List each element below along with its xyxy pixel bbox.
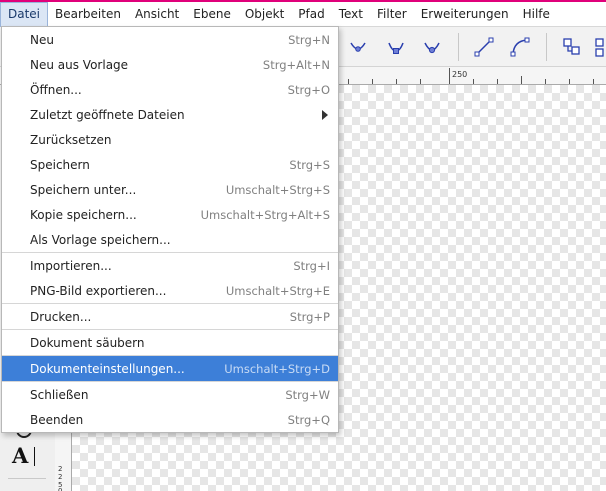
menu-item-shortcut: Umschalt+Strg+Alt+S xyxy=(200,207,330,222)
menu-item-shortcut: Umschalt+Strg+S xyxy=(225,182,330,197)
menu-ebene[interactable]: Ebene xyxy=(186,2,238,27)
datei-dropdown-menu: Neu Strg+N Neu aus Vorlage Strg+Alt+N Öf… xyxy=(1,26,339,433)
menu-item-shortcut: Strg+I xyxy=(293,258,330,273)
ruler-tick xyxy=(420,79,421,84)
menu-item-label: PNG-Bild exportieren... xyxy=(30,283,167,298)
menubar: Datei Bearbeiten Ansicht Ebene Objekt Pf… xyxy=(0,1,606,27)
node-smooth-icon[interactable] xyxy=(420,35,444,59)
menu-item-zuruecksetzen[interactable]: Zurücksetzen xyxy=(2,127,338,152)
ruler-label: 0 xyxy=(58,487,63,491)
menu-item-neu-aus-vorlage[interactable]: Neu aus Vorlage Strg+Alt+N xyxy=(2,52,338,77)
menu-ansicht[interactable]: Ansicht xyxy=(128,2,186,27)
ruler-label: 250 xyxy=(452,70,468,79)
ruler-label: 2 xyxy=(58,473,63,481)
toolbox-separator xyxy=(8,478,46,479)
menu-item-label: Neu xyxy=(30,32,54,47)
ruler-label: 2 xyxy=(58,465,63,473)
menu-datei[interactable]: Datei xyxy=(0,1,49,27)
segment-line-icon[interactable] xyxy=(472,35,496,59)
ruler-tick xyxy=(372,79,373,84)
menu-text[interactable]: Text xyxy=(332,2,370,27)
menu-item-png-exportieren[interactable]: PNG-Bild exportieren... Umschalt+Strg+E xyxy=(2,278,338,303)
menu-item-label: Öffnen... xyxy=(30,82,82,97)
menu-objekt[interactable]: Objekt xyxy=(238,2,291,27)
menu-item-label: Neu aus Vorlage xyxy=(30,57,129,72)
menu-item-label: Kopie speichern... xyxy=(30,207,137,222)
menu-item-shortcut: Strg+Q xyxy=(287,412,330,427)
menu-item-neu[interactable]: Neu Strg+N xyxy=(2,27,338,52)
menu-erweiterungen[interactable]: Erweiterungen xyxy=(414,2,516,27)
menu-item-shortcut: Strg+O xyxy=(287,82,330,97)
menu-item-importieren[interactable]: Importieren... Strg+I xyxy=(2,253,338,278)
menu-item-label: Importieren... xyxy=(30,258,112,273)
menu-item-label: Beenden xyxy=(30,412,84,427)
menu-filter[interactable]: Filter xyxy=(370,2,414,27)
menu-item-label: Zuletzt geöffnete Dateien xyxy=(30,107,185,122)
toolbar-separator xyxy=(458,33,459,61)
menu-item-speichern-unter[interactable]: Speichern unter... Umschalt+Strg+S xyxy=(2,177,338,202)
menu-item-shortcut: Umschalt+Strg+E xyxy=(225,283,330,298)
text-tool-icon[interactable]: A xyxy=(12,444,36,468)
menu-item-shortcut: Umschalt+Strg+D xyxy=(224,361,330,376)
menu-bearbeiten[interactable]: Bearbeiten xyxy=(48,2,128,27)
toolbar-separator xyxy=(546,33,547,61)
ruler-tick-major xyxy=(449,68,450,84)
menu-item-shortcut: Strg+S xyxy=(289,157,330,172)
menu-item-shortcut: Strg+Alt+N xyxy=(262,57,330,72)
menu-item-label: Speichern xyxy=(30,157,90,172)
menu-item-schliessen[interactable]: Schließen Strg+W xyxy=(2,382,338,407)
object-to-path-icon[interactable] xyxy=(560,35,584,59)
menu-item-label: Drucken... xyxy=(30,309,92,324)
ruler-tick xyxy=(521,76,522,84)
stroke-to-path-icon[interactable] xyxy=(594,35,606,59)
menu-item-zuletzt-geoeffnet[interactable]: Zuletzt geöffnete Dateien xyxy=(2,102,338,127)
menu-item-beenden[interactable]: Beenden Strg+Q xyxy=(2,407,338,432)
text-cursor-icon xyxy=(34,447,35,466)
segment-curve-icon[interactable] xyxy=(508,35,532,59)
menu-item-label: Schließen xyxy=(30,387,89,402)
menu-pfad[interactable]: Pfad xyxy=(291,2,331,27)
menu-item-kopie-speichern[interactable]: Kopie speichern... Umschalt+Strg+Alt+S xyxy=(2,202,338,227)
menu-item-drucken[interactable]: Drucken... Strg+P xyxy=(2,304,338,329)
submenu-arrow-icon xyxy=(322,109,328,120)
node-cusp-icon[interactable] xyxy=(384,35,408,59)
ruler-tick xyxy=(545,79,546,84)
menu-item-label: Zurücksetzen xyxy=(30,132,112,147)
ruler-tick xyxy=(396,79,397,84)
menu-item-label: Dokumenteinstellungen... xyxy=(30,361,185,376)
menu-hilfe[interactable]: Hilfe xyxy=(516,2,557,27)
menu-item-dokument-saeubern[interactable]: Dokument säubern xyxy=(2,330,338,355)
menu-item-shortcut: Strg+W xyxy=(285,387,330,402)
menu-item-als-vorlage-speichern[interactable]: Als Vorlage speichern... xyxy=(2,227,338,252)
menu-item-label: Speichern unter... xyxy=(30,182,137,197)
menu-item-label: Dokument säubern xyxy=(30,335,145,350)
ruler-tick xyxy=(473,79,474,84)
menu-item-dokumenteinstellungen[interactable]: Dokumenteinstellungen... Umschalt+Strg+D xyxy=(2,356,338,381)
node-symmetric-icon[interactable] xyxy=(346,35,370,59)
menu-item-oeffnen[interactable]: Öffnen... Strg+O xyxy=(2,77,338,102)
ruler-tick xyxy=(348,79,349,84)
menu-item-label: Als Vorlage speichern... xyxy=(30,232,171,247)
ruler-tick xyxy=(569,79,570,84)
menu-item-speichern[interactable]: Speichern Strg+S xyxy=(2,152,338,177)
ruler-tick xyxy=(497,79,498,84)
ruler-tick xyxy=(593,79,594,84)
menu-item-shortcut: Strg+N xyxy=(288,32,330,47)
menu-item-shortcut: Strg+P xyxy=(289,309,330,324)
